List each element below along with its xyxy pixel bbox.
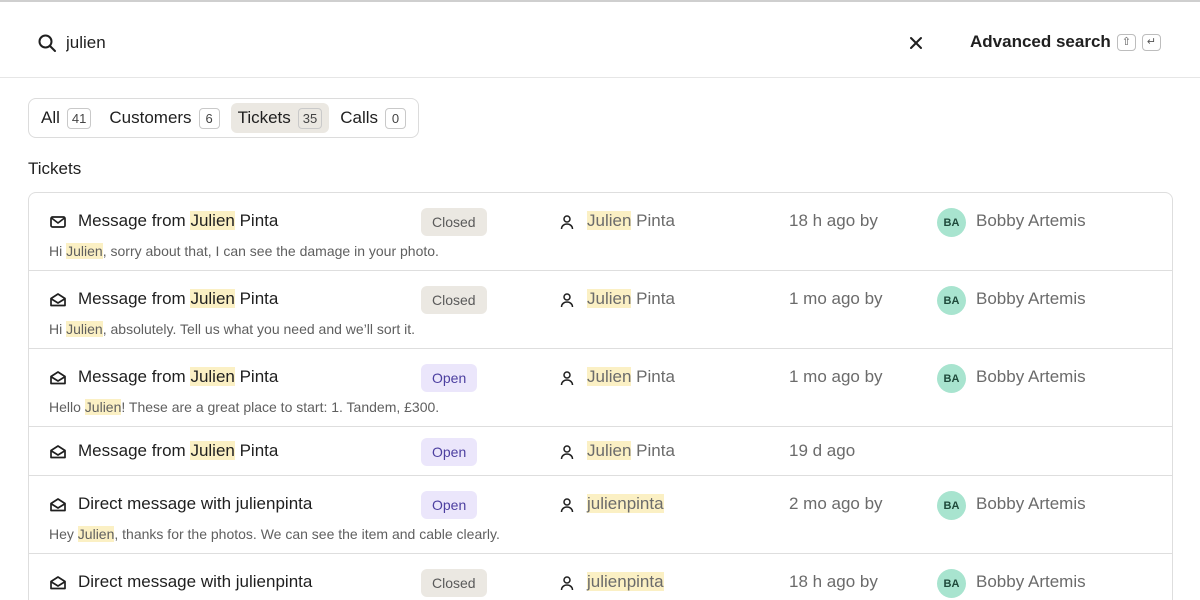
enter-key-hint: ↵ — [1141, 33, 1161, 51]
ticket-snippet: Hey Julien, thanks for the photos. We ca… — [49, 526, 500, 542]
tab-tickets[interactable]: Tickets 35 — [230, 103, 330, 133]
avatar: BA — [937, 364, 966, 393]
status-badge: Open — [421, 438, 478, 466]
ticket-snippet: Hi Julien, absolutely. Tell us what you … — [49, 321, 416, 337]
mail-open-icon — [50, 498, 66, 512]
timestamp: 1 mo ago by — [789, 289, 883, 308]
search-input[interactable] — [66, 28, 866, 58]
ticket-row[interactable]: Message from Julien Pinta Open Julien Pi… — [29, 427, 1172, 476]
customer-name[interactable]: Julien Pinta — [587, 441, 675, 461]
tab-label: Customers — [109, 108, 192, 127]
mail-open-icon — [50, 293, 66, 307]
ticket-row[interactable]: Direct message with julienpinta Closed j… — [29, 554, 1172, 600]
ticket-title: Message from Julien Pinta — [78, 289, 279, 308]
status-badge: Closed — [421, 569, 487, 597]
user-icon — [560, 215, 574, 230]
mail-open-icon — [50, 445, 66, 459]
agent-name: Bobby Artemis — [976, 494, 1086, 513]
ticket-row[interactable]: Message from Julien Pinta Closed Julien … — [29, 193, 1172, 271]
tab-count: 0 — [385, 107, 407, 129]
user-icon — [560, 371, 574, 386]
tab-customers[interactable]: Customers 6 — [102, 103, 226, 133]
avatar: BA — [937, 286, 966, 315]
user-icon — [560, 498, 574, 513]
close-icon — [910, 37, 922, 49]
tab-all[interactable]: All 41 — [34, 103, 98, 133]
user-icon — [560, 576, 574, 591]
mail-open-icon — [50, 576, 66, 590]
ticket-title: Message from Julien Pinta — [78, 441, 279, 460]
tab-count: 35 — [297, 107, 323, 129]
tab-label: All — [41, 108, 60, 127]
status-badge: Closed — [421, 286, 487, 314]
customer-name[interactable]: julienpinta — [587, 572, 664, 592]
customer-name[interactable]: Julien Pinta — [587, 211, 675, 231]
timestamp: 2 mo ago by — [789, 494, 883, 513]
agent-name: Bobby Artemis — [976, 289, 1086, 308]
avatar: BA — [937, 491, 966, 520]
search-bar: Advanced search ⇧ ↵ — [0, 2, 1200, 78]
timestamp: 18 h ago by — [789, 572, 878, 591]
search-window: Advanced search ⇧ ↵ All 41 Customers 6 T… — [0, 0, 1200, 600]
tab-label: Tickets — [237, 108, 291, 127]
ticket-snippet: Hi Julien, sorry about that, I can see t… — [49, 243, 439, 259]
shift-key-hint: ⇧ — [1116, 33, 1136, 51]
timestamp: 18 h ago by — [789, 211, 878, 230]
customer-name[interactable]: Julien Pinta — [587, 289, 675, 309]
customer-name[interactable]: Julien Pinta — [587, 367, 675, 387]
ticket-snippet: Hello Julien! These are a great place to… — [49, 399, 440, 415]
status-badge: Open — [421, 364, 478, 392]
ticket-list: Message from Julien Pinta Closed Julien … — [28, 192, 1173, 600]
user-icon — [560, 293, 574, 308]
avatar: BA — [937, 208, 966, 237]
advanced-search-label: Advanced search — [970, 32, 1111, 51]
mail-closed-icon — [50, 216, 66, 228]
ticket-title: Message from Julien Pinta — [78, 211, 279, 230]
filter-tabs: All 41 Customers 6 Tickets 35 Calls 0 — [28, 98, 420, 138]
ticket-title: Direct message with julienpinta — [78, 494, 313, 513]
timestamp: 19 d ago — [789, 441, 856, 460]
tab-label: Calls — [340, 108, 379, 127]
agent-name: Bobby Artemis — [976, 367, 1086, 386]
tab-count: 6 — [198, 107, 220, 129]
timestamp: 1 mo ago by — [789, 367, 883, 386]
agent-name: Bobby Artemis — [976, 572, 1086, 591]
search-icon — [38, 34, 56, 52]
customer-name[interactable]: julienpinta — [587, 494, 664, 514]
tab-calls[interactable]: Calls 0 — [333, 103, 413, 133]
status-badge: Closed — [421, 208, 487, 236]
advanced-search-button[interactable]: Advanced search ⇧ ↵ — [970, 32, 1161, 52]
agent-name: Bobby Artemis — [976, 211, 1086, 230]
ticket-row[interactable]: Message from Julien Pinta Closed Julien … — [29, 271, 1172, 349]
section-title: Tickets — [28, 159, 82, 178]
status-badge: Open — [421, 491, 478, 519]
ticket-title: Message from Julien Pinta — [78, 367, 279, 386]
ticket-row[interactable]: Message from Julien Pinta Open Julien Pi… — [29, 349, 1172, 427]
mail-open-icon — [50, 371, 66, 385]
ticket-row[interactable]: Direct message with julienpinta Open jul… — [29, 476, 1172, 554]
tab-count: 41 — [66, 107, 92, 129]
clear-search-button[interactable] — [904, 31, 928, 55]
user-icon — [560, 445, 574, 460]
avatar: BA — [937, 569, 966, 598]
ticket-title: Direct message with julienpinta — [78, 572, 313, 591]
